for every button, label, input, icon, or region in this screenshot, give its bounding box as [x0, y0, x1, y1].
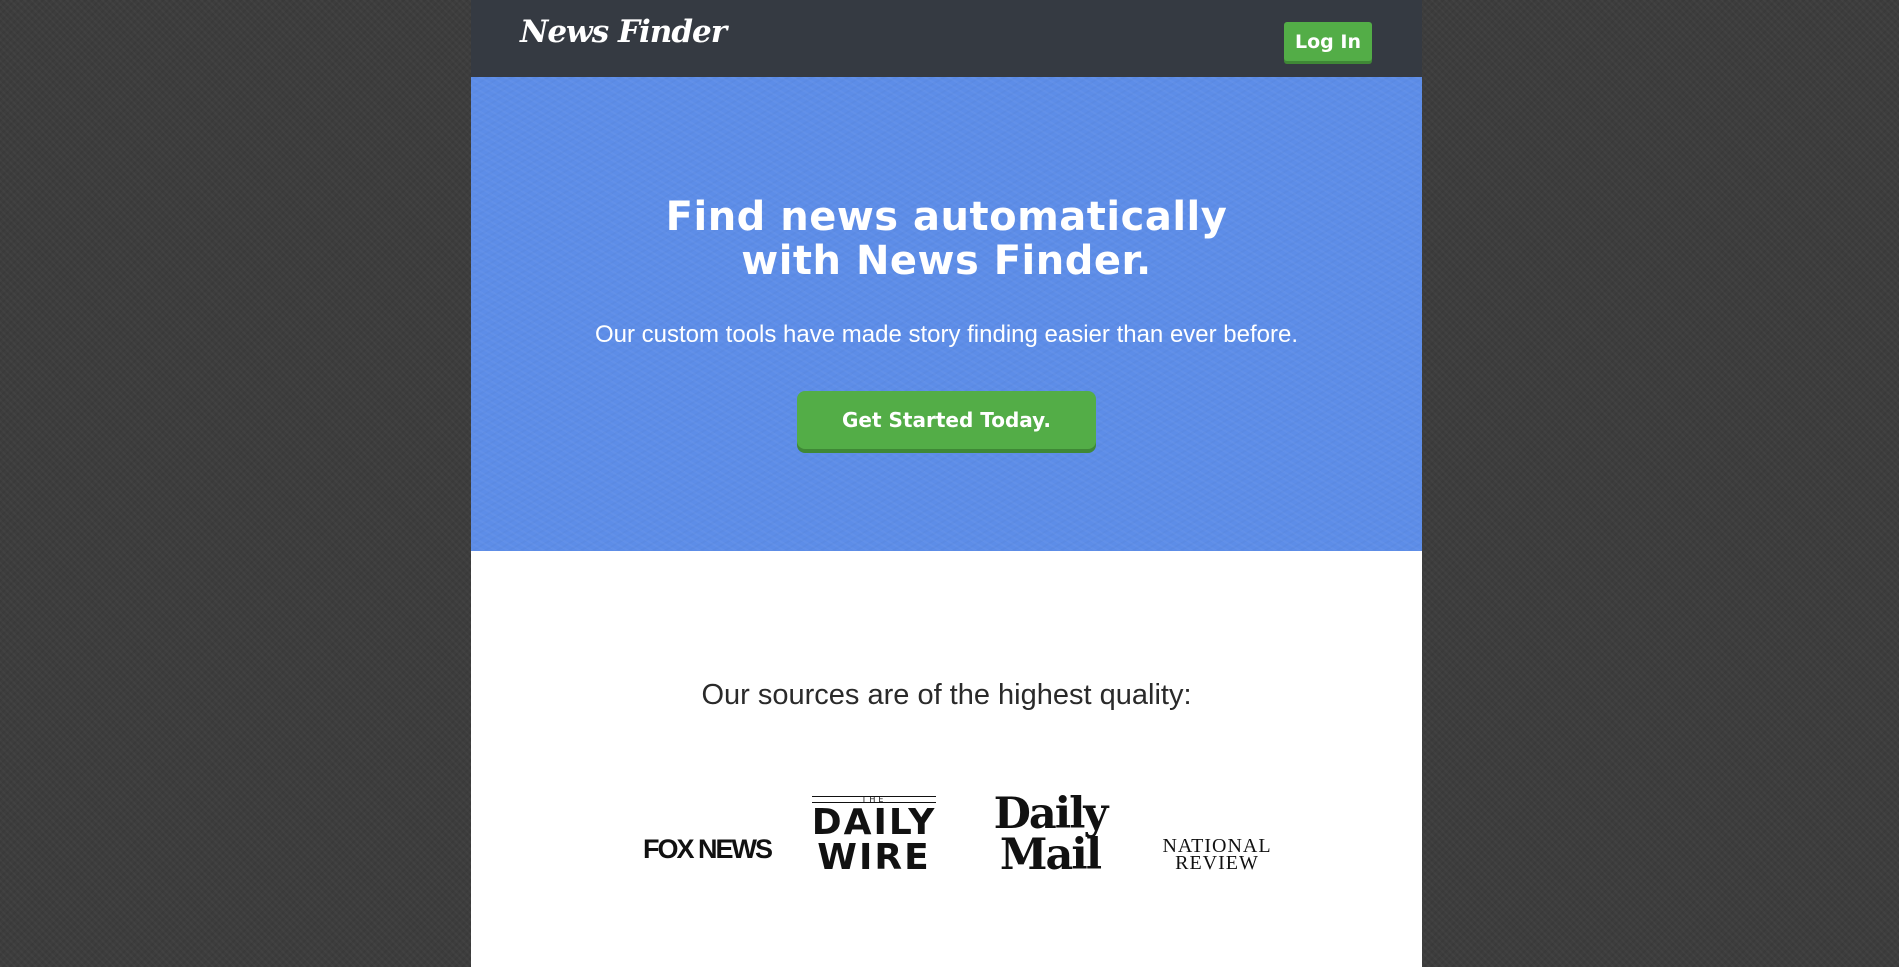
- national-review-logo: NATIONAL REVIEW: [1152, 836, 1282, 874]
- daily-mail-line-2: Mail: [999, 830, 1102, 880]
- site-logo[interactable]: News Finder: [520, 14, 727, 50]
- site-header: News Finder Log In: [471, 0, 1422, 77]
- page-container: News Finder Log In Find news automatical…: [471, 0, 1422, 967]
- get-started-button[interactable]: Get Started Today.: [797, 391, 1096, 449]
- hero-title: Find news automatically with News Finder…: [471, 195, 1422, 283]
- sources-heading: Our sources are of the highest quality:: [701, 679, 1192, 711]
- daily-mail-logo: Daily Mail: [985, 789, 1115, 880]
- login-button[interactable]: Log In: [1284, 22, 1372, 61]
- national-review-line-2: REVIEW: [1175, 852, 1259, 874]
- daily-mail-line-1: Daily: [993, 789, 1109, 839]
- daily-wire-line-2: WIRE: [817, 837, 931, 878]
- hero-title-line-1: Find news automatically: [665, 194, 1228, 240]
- hero-subtitle: Our custom tools have made story finding…: [594, 321, 1299, 348]
- fox-news-logo: FOX NEWS: [642, 834, 773, 864]
- daily-wire-line-1: DAILY: [811, 802, 937, 843]
- daily-wire-logo: THE DAILY WIRE: [809, 796, 939, 878]
- hero-title-line-2: with News Finder.: [741, 238, 1152, 284]
- hero-section: Find news automatically with News Finder…: [471, 77, 1422, 551]
